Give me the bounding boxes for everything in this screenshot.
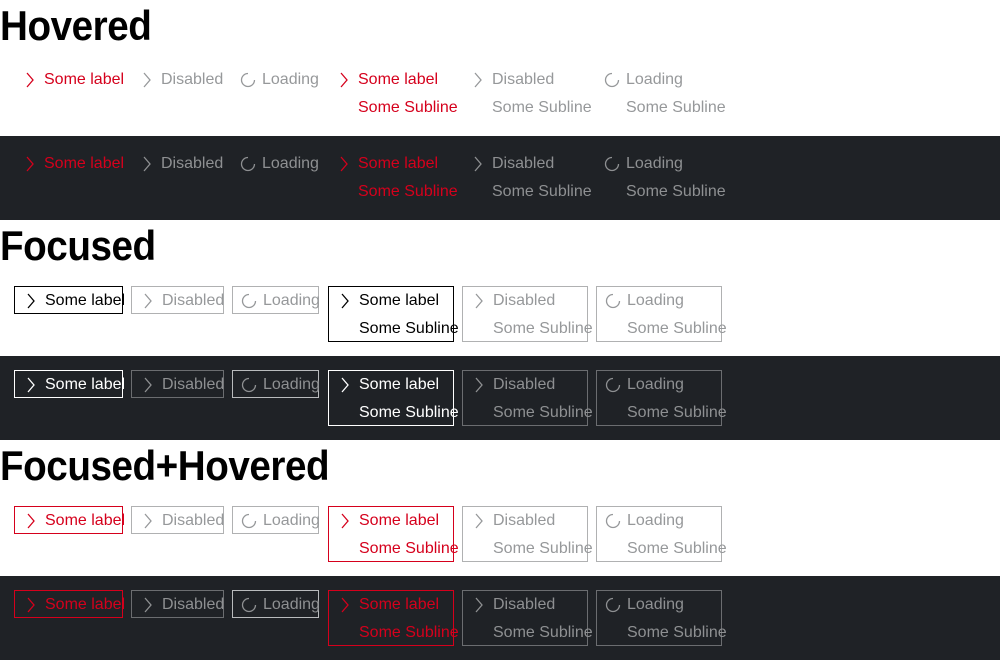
focused-hovered-light-row: Some label Disabled Loading Some label S… [0,492,1000,576]
arrow-right-icon [471,377,487,393]
link-some-label[interactable]: Some label [14,286,125,314]
arrow-right-icon [140,597,156,613]
link-some-label-subline[interactable]: Some label Some Subline [328,286,459,342]
spinner-icon [241,377,257,393]
link-some-label-subline[interactable]: Some label Some Subline [328,506,459,562]
link-loading-subline: Loading Some Subline [596,66,726,122]
arrow-right-icon [471,513,487,529]
spinner-icon [605,513,621,529]
arrow-right-icon [337,293,353,309]
section-title-focused-hovered: Focused+Hovered [0,442,330,489]
arrow-right-icon [470,72,486,88]
link-loading-subline: Loading Some Subline [596,370,727,426]
arrow-right-icon [337,377,353,393]
link-some-label-subline[interactable]: Some label Some Subline [328,590,459,646]
spinner-icon [605,597,621,613]
link-loading: Loading [232,506,320,534]
arrow-right-icon [139,156,155,172]
link-loading-subline: Loading Some Subline [596,590,727,646]
link-disabled-subline: Disabled Some Subline [462,370,593,426]
link-some-label[interactable]: Some label [14,150,124,178]
focused-hovered-dark-row: Some label Disabled Loading Some label S… [0,576,1000,660]
link-disabled-subline: Disabled Some Subline [462,150,592,206]
spinner-icon [604,156,620,172]
link-disabled-subline: Disabled Some Subline [462,506,593,562]
link-some-label[interactable]: Some label [14,506,125,534]
arrow-right-icon [23,293,39,309]
arrow-right-icon [337,513,353,529]
spinner-icon [241,597,257,613]
link-disabled: Disabled [131,370,224,398]
spinner-icon [240,72,256,88]
link-disabled: Disabled [131,150,224,178]
arrow-right-icon [23,513,39,529]
arrow-right-icon [337,597,353,613]
link-loading: Loading [232,370,320,398]
arrow-right-icon [22,156,38,172]
link-loading-subline: Loading Some Subline [596,286,727,342]
focused-light-row: Some label Disabled Loading Some label S… [0,272,1000,356]
link-disabled: Disabled [131,286,224,314]
arrow-right-icon [336,72,352,88]
link-some-label-subline[interactable]: Some label Some Subline [328,370,459,426]
link-loading: Loading [232,66,319,94]
link-disabled-subline: Disabled Some Subline [462,66,592,122]
arrow-right-icon [23,377,39,393]
section-title-hovered: Hovered [0,2,152,49]
spinner-icon [605,377,621,393]
link-some-label[interactable]: Some label [14,370,125,398]
arrow-right-icon [140,293,156,309]
link-disabled: Disabled [131,590,224,618]
section-title-focused: Focused [0,222,156,269]
spinner-icon [240,156,256,172]
arrow-right-icon [336,156,352,172]
link-loading: Loading [232,150,319,178]
arrow-right-icon [140,513,156,529]
link-some-label[interactable]: Some label [14,590,125,618]
link-loading: Loading [232,590,320,618]
link-disabled: Disabled [131,506,224,534]
arrow-right-icon [471,597,487,613]
link-disabled-subline: Disabled Some Subline [462,590,593,646]
hovered-dark-row: Some label Disabled Loading Some label S… [0,136,1000,220]
link-loading-subline: Loading Some Subline [596,506,727,562]
link-some-label-subline[interactable]: Some label Some Subline [328,66,458,122]
link-some-label-subline[interactable]: Some label Some Subline [328,150,458,206]
hovered-light-row: Some label Disabled Loading Some label S… [0,52,1000,136]
arrow-right-icon [139,72,155,88]
focused-dark-row: Some label Disabled Loading Some label S… [0,356,1000,440]
link-disabled: Disabled [131,66,224,94]
arrow-right-icon [471,293,487,309]
link-loading-subline: Loading Some Subline [596,150,726,206]
spinner-icon [605,293,621,309]
arrow-right-icon [22,72,38,88]
arrow-right-icon [140,377,156,393]
spinner-icon [241,293,257,309]
link-loading: Loading [232,286,320,314]
spinner-icon [604,72,620,88]
link-some-label[interactable]: Some label [14,66,124,94]
link-disabled-subline: Disabled Some Subline [462,286,593,342]
spinner-icon [241,513,257,529]
arrow-right-icon [470,156,486,172]
arrow-right-icon [23,597,39,613]
